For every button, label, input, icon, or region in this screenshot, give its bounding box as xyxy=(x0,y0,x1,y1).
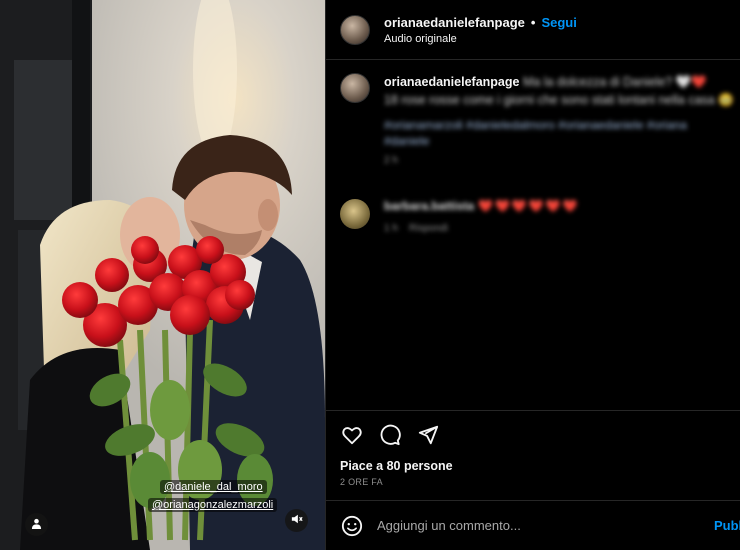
commenter-username[interactable]: barbara.battista xyxy=(384,199,474,213)
share-icon[interactable] xyxy=(416,423,440,447)
tagged-people-button[interactable] xyxy=(25,513,48,536)
muted-speaker-icon xyxy=(291,512,303,530)
comment-input[interactable] xyxy=(377,518,692,533)
comment-icon[interactable] xyxy=(378,423,402,447)
publish-button[interactable]: Pubblica xyxy=(714,518,740,533)
post-details-panel: orianaedanielefanpage • Segui Audio orig… xyxy=(325,0,740,550)
comment-item: barbara.battista ❤️❤️❤️❤️❤️❤️ 1 h Rispon… xyxy=(340,199,735,234)
user-mention-tag[interactable]: @daniele_dal_moro xyxy=(160,480,267,494)
caption-author-avatar[interactable] xyxy=(340,73,370,103)
separator-dot: • xyxy=(530,14,536,30)
caption-time: 2 h xyxy=(384,155,398,166)
comment-text: ❤️❤️❤️❤️❤️❤️ xyxy=(478,199,580,213)
comment-composer: Pubblica xyxy=(326,500,740,550)
post-header: orianaedanielefanpage • Segui Audio orig… xyxy=(326,0,740,60)
user-mention-tag[interactable]: @orianagonzalezmarzoli xyxy=(148,498,278,512)
post-video[interactable]: @daniele_dal_moro @orianagonzalezmarzoli xyxy=(0,0,325,550)
caption-text-line-1: Ma la dolcezza di Daniele? 🤍❤️ xyxy=(522,75,707,89)
video-frame-illustration xyxy=(0,0,325,550)
commenter-avatar[interactable] xyxy=(340,199,370,229)
post-actions: Piace a 80 persone 2 ORE FA xyxy=(326,410,740,487)
heart-icon[interactable] xyxy=(340,423,364,447)
author-username[interactable]: orianaedanielefanpage xyxy=(384,15,525,30)
follow-button[interactable]: Segui xyxy=(541,15,576,30)
comment-time: 1 h xyxy=(384,223,398,234)
caption-hashtags[interactable]: #orianamarzoli #danieledalmoro #orianaed… xyxy=(384,117,704,149)
reply-button[interactable]: Rispondi xyxy=(409,223,448,234)
person-tag-icon xyxy=(31,516,42,534)
author-avatar[interactable] xyxy=(340,14,370,45)
post-time: 2 ORE FA xyxy=(340,477,383,487)
mute-toggle-button[interactable] xyxy=(285,509,308,532)
emoji-icon[interactable] xyxy=(340,514,364,538)
likes-count[interactable]: Piace a 80 persone xyxy=(326,447,740,473)
caption-username[interactable]: orianaedanielefanpage xyxy=(384,75,519,89)
post-caption: orianaedanielefanpage Ma la dolcezza di … xyxy=(340,73,735,166)
caption-text-line-2: 18 rose rosse come i giorni che sono sta… xyxy=(384,93,734,107)
audio-link[interactable]: Audio originale xyxy=(384,33,577,45)
